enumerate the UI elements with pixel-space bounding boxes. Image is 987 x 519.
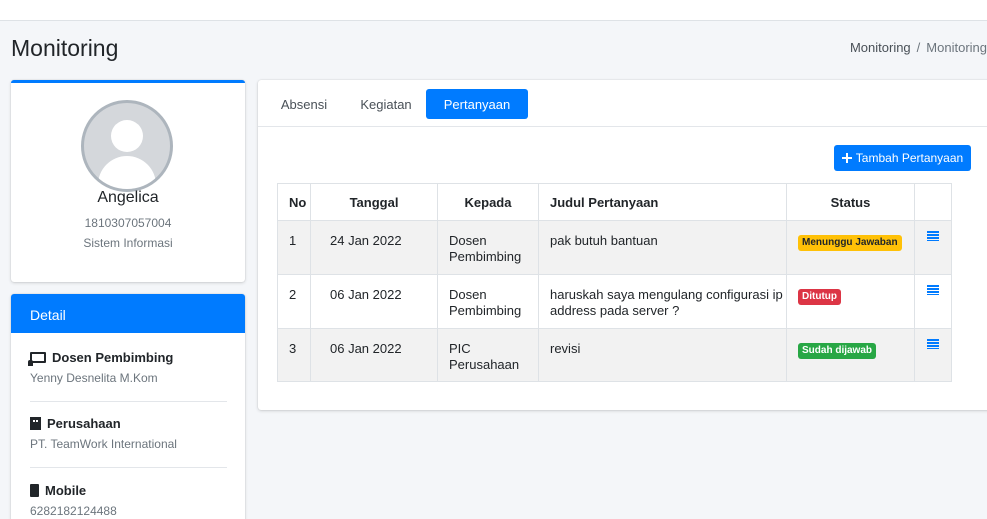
column-header-no: No [277,183,311,221]
detail-value: Yenny Desnelita M.Kom [30,371,158,385]
breadcrumb: Monitoring / Monitoring [850,40,987,55]
page-title: Monitoring [11,35,119,61]
cell-judul: haruskah saya mengulang configurasi ip a… [538,274,787,329]
detail-item-dosen: Dosen Pembimbing Yenny Desnelita M.Kom [28,350,227,385]
cell-judul: pak butuh bantuan [538,220,787,275]
table-header-row: No Tanggal Kepada Judul Pertanyaan Statu… [277,183,952,221]
column-header-status: Status [786,183,915,221]
cell-kepada: Dosen Pembimbing [437,274,539,329]
status-badge: Sudah dijawab [798,343,877,359]
cell-status: Sudah dijawab [786,328,915,382]
table-row: 3 06 Jan 2022 PIC Perusahaan revisi Suda… [277,328,952,382]
tab-absensi[interactable]: Absensi [274,89,334,119]
detail-item-perusahaan: Perusahaan PT. TeamWork International [30,416,227,451]
cell-action [914,220,952,275]
plus-icon [841,153,852,163]
cell-no: 3 [277,328,311,382]
column-header-judul: Judul Pertanyaan [538,183,787,221]
add-question-button[interactable]: Tambah Pertanyaan [834,145,971,171]
main-card: Absensi Kegiatan Pertanyaan Tambah Perta… [258,80,987,410]
detail-item-mobile: Mobile 6282182124488 [30,483,227,518]
detail-header: Detail [11,294,245,333]
profile-card: Angelica 1810307057004 Sistem Informasi [11,80,245,282]
cell-no: 2 [277,274,311,329]
cell-action [914,328,952,382]
breadcrumb-active: Monitoring [926,40,987,55]
chalkboard-teacher-icon [28,352,46,366]
detail-label: Mobile [45,483,87,498]
profile-prodi: Sistem Informasi [83,236,173,250]
add-question-label: Tambah Pertanyaan [855,151,964,165]
cell-judul: revisi [538,328,787,382]
list-icon[interactable] [927,339,939,349]
profile-nim: 1810307057004 [84,216,172,230]
table-row: 1 24 Jan 2022 Dosen Pembimbing pak butuh… [277,220,952,275]
detail-label: Perusahaan [47,416,121,431]
divider [30,467,227,468]
mobile-icon [30,484,39,497]
list-icon[interactable] [927,231,939,241]
cell-kepada: Dosen Pembimbing [437,220,539,275]
cell-tanggal: 06 Jan 2022 [310,274,438,329]
tab-kegiatan[interactable]: Kegiatan [351,89,421,119]
top-navbar [0,0,987,21]
detail-label: Dosen Pembimbing [52,350,174,365]
column-header-action [914,183,952,221]
cell-status: Menunggu Jawaban [786,220,915,275]
column-header-tanggal: Tanggal [310,183,438,221]
cell-status: Ditutup [786,274,915,329]
breadcrumb-link[interactable]: Monitoring [850,40,911,55]
cell-tanggal: 06 Jan 2022 [310,328,438,382]
status-badge: Ditutup [798,289,841,305]
divider [30,401,227,402]
tabs-bar: Absensi Kegiatan Pertanyaan [258,80,987,127]
cell-action [914,274,952,329]
detail-card: Detail Dosen Pembimbing Yenny Desnelita … [11,294,245,519]
breadcrumb-separator: / [916,40,921,55]
detail-value: 6282182124488 [30,504,117,518]
detail-value: PT. TeamWork International [30,437,177,451]
cell-kepada: PIC Perusahaan [437,328,539,382]
column-header-kepada: Kepada [437,183,539,221]
profile-name: Angelica [97,189,159,206]
cell-tanggal: 24 Jan 2022 [310,220,438,275]
avatar [81,100,173,192]
table-row: 2 06 Jan 2022 Dosen Pembimbing haruskah … [277,274,952,329]
questions-table: No Tanggal Kepada Judul Pertanyaan Statu… [277,183,952,382]
list-icon[interactable] [927,285,939,295]
cell-no: 1 [277,220,311,275]
building-icon [30,417,41,430]
tab-pertanyaan[interactable]: Pertanyaan [426,89,528,119]
status-badge: Menunggu Jawaban [798,235,902,251]
